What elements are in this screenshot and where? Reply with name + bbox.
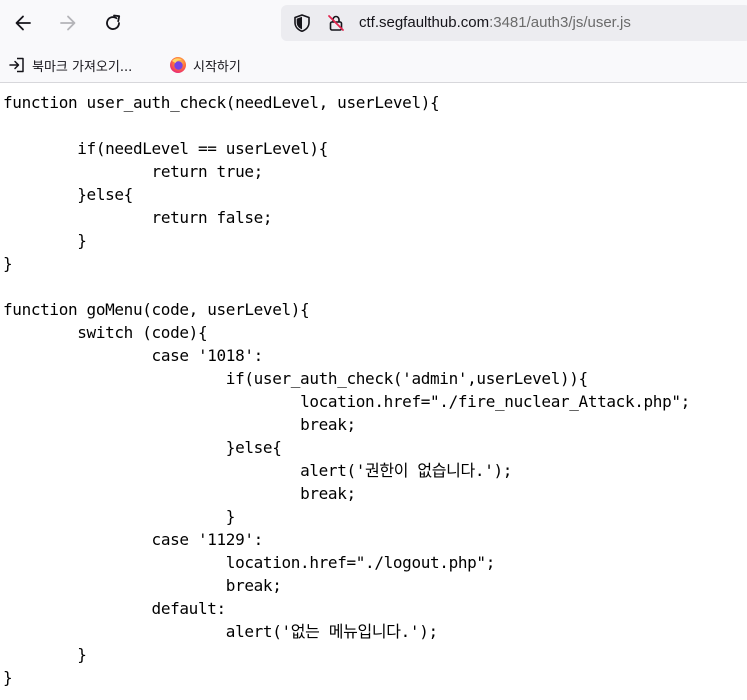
page-content: function user_auth_check(needLevel, user…: [3, 91, 747, 700]
bookmark-import[interactable]: 북마크 가져오기...: [8, 54, 132, 76]
arrow-right-icon: [60, 15, 76, 31]
bookmark-getting-started[interactable]: 시작하기: [169, 54, 241, 76]
firefox-logo-icon: [170, 57, 186, 73]
navigation-toolbar: ctf.segfaulthub.com:3481/auth3/js/user.j…: [0, 0, 747, 46]
back-button[interactable]: [8, 8, 38, 38]
browser-chrome: ctf.segfaulthub.com:3481/auth3/js/user.j…: [0, 0, 747, 83]
arrow-left-icon: [15, 15, 31, 31]
bookmark-getting-started-label: 시작하기: [193, 59, 241, 75]
reload-button[interactable]: [98, 8, 128, 38]
bookmark-import-label: 북마크 가져오기...: [32, 59, 133, 75]
tracking-protection-shield-icon[interactable]: [292, 13, 312, 33]
bookmarks-toolbar: 북마크 가져오기... 시작하기: [0, 52, 747, 78]
javascript-source-text: function user_auth_check(needLevel, user…: [3, 93, 690, 687]
url-path: :3481/auth3/js/user.js: [489, 14, 631, 31]
forward-button[interactable]: [53, 8, 83, 38]
address-bar[interactable]: ctf.segfaulthub.com:3481/auth3/js/user.j…: [281, 5, 747, 41]
import-icon: [9, 57, 24, 73]
url-host: ctf.segfaulthub.com: [359, 14, 490, 31]
insecure-lock-icon[interactable]: [326, 13, 346, 33]
reload-icon: [106, 14, 121, 30]
url-text[interactable]: ctf.segfaulthub.com:3481/auth3/js/user.j…: [359, 13, 631, 33]
